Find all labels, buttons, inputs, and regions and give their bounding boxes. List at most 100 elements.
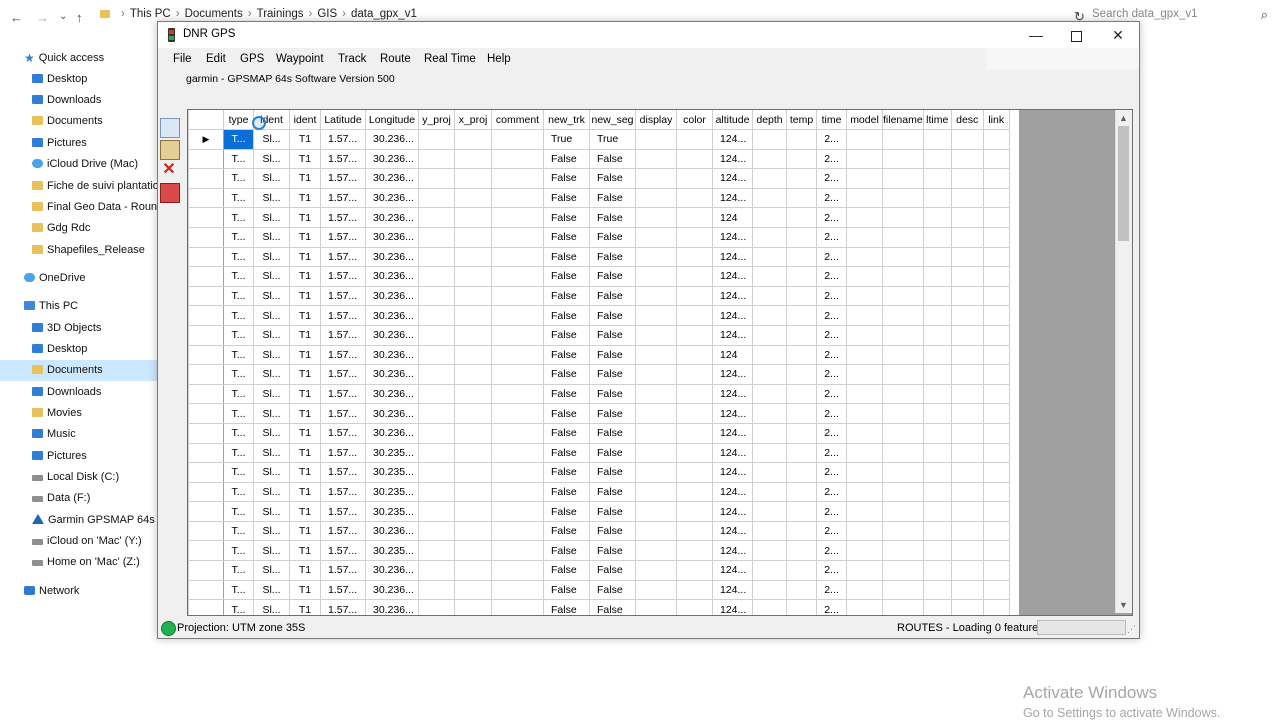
table-cell[interactable]: [982, 324, 1010, 346]
table-cell[interactable]: [676, 266, 713, 287]
menu-real-time[interactable]: Real Time: [424, 53, 476, 65]
table-cell[interactable]: 2...: [816, 364, 847, 385]
table-cell[interactable]: [922, 403, 952, 424]
table-cell[interactable]: [950, 207, 984, 228]
table-cell[interactable]: [635, 560, 677, 581]
table-cell[interactable]: [950, 383, 984, 405]
table-cell[interactable]: 30.235...: [365, 501, 419, 522]
menu-edit[interactable]: Edit: [206, 53, 226, 65]
nav-item-onedrive[interactable]: OneDrive: [0, 268, 157, 289]
table-cell[interactable]: 2...: [816, 403, 847, 424]
table-cell[interactable]: [491, 481, 544, 503]
table-cell[interactable]: [454, 187, 492, 209]
table-cell[interactable]: 124...: [712, 168, 753, 189]
table-cell[interactable]: [846, 148, 883, 170]
table-cell[interactable]: [418, 305, 455, 326]
table-cell[interactable]: 2...: [816, 520, 847, 542]
table-cell[interactable]: [418, 129, 455, 150]
table-cell[interactable]: [454, 226, 492, 248]
table-cell[interactable]: [882, 462, 924, 483]
table-cell[interactable]: False: [589, 187, 636, 209]
table-cell[interactable]: [982, 285, 1010, 307]
table-cell[interactable]: [491, 599, 544, 615]
table-cell[interactable]: [846, 207, 883, 228]
clipboard-icon[interactable]: [160, 140, 180, 160]
up-arrow-icon[interactable]: ↑: [76, 10, 83, 25]
table-row[interactable]: T... Sl... T1 1.57... 30.236... False False 124…: [188, 344, 1010, 366]
table-cell[interactable]: [676, 422, 713, 444]
table-cell[interactable]: 124...: [712, 246, 753, 268]
table-cell[interactable]: T1: [289, 481, 321, 503]
table-cell[interactable]: [882, 148, 924, 170]
table-row[interactable]: T... Sl... T1 1.57... 30.236... False False 124…: [188, 520, 1010, 542]
table-cell[interactable]: False: [543, 148, 590, 170]
row-header[interactable]: [188, 207, 224, 228]
table-cell[interactable]: T1: [289, 148, 321, 170]
table-cell[interactable]: [882, 324, 924, 346]
breadcrumb-item[interactable]: data_gpx_v1: [351, 8, 417, 20]
table-cell[interactable]: T1: [289, 305, 321, 326]
table-cell[interactable]: [982, 187, 1010, 209]
table-cell[interactable]: T...: [223, 324, 254, 346]
table-cell[interactable]: False: [543, 501, 590, 522]
column-header-temp[interactable]: temp: [786, 110, 817, 130]
table-cell[interactable]: 124...: [712, 520, 753, 542]
table-cell[interactable]: T...: [223, 560, 254, 581]
table-cell[interactable]: [982, 129, 1010, 150]
table-cell[interactable]: T...: [223, 246, 254, 268]
table-row[interactable]: T... Sl... T1 1.57... 30.235... False False 124…: [188, 501, 1010, 522]
table-cell[interactable]: [635, 599, 677, 615]
table-cell[interactable]: False: [543, 442, 590, 464]
table-cell[interactable]: [922, 305, 952, 326]
table-cell[interactable]: [982, 226, 1010, 248]
table-cell[interactable]: [846, 540, 883, 562]
table-cell[interactable]: 2...: [816, 344, 847, 366]
table-cell[interactable]: [454, 129, 492, 150]
table-cell[interactable]: False: [543, 226, 590, 248]
table-cell[interactable]: False: [589, 168, 636, 189]
table-cell[interactable]: [491, 266, 544, 287]
table-cell[interactable]: False: [589, 324, 636, 346]
table-cell[interactable]: [882, 560, 924, 581]
table-cell[interactable]: False: [589, 560, 636, 581]
table-cell[interactable]: [454, 148, 492, 170]
table-cell[interactable]: [922, 207, 952, 228]
table-cell[interactable]: [752, 129, 787, 150]
table-cell[interactable]: 30.236...: [365, 226, 419, 248]
table-cell[interactable]: 30.236...: [365, 246, 419, 268]
column-header-comment[interactable]: comment: [491, 110, 544, 130]
table-cell[interactable]: [454, 403, 492, 424]
back-arrow-icon[interactable]: ←: [10, 10, 23, 25]
table-cell[interactable]: 30.236...: [365, 364, 419, 385]
table-cell[interactable]: [882, 403, 924, 424]
table-cell[interactable]: Sl...: [253, 168, 290, 189]
column-header-y-proj[interactable]: y_proj: [418, 110, 455, 130]
table-cell[interactable]: False: [589, 442, 636, 464]
table-cell[interactable]: [752, 246, 787, 268]
table-cell[interactable]: T1: [289, 187, 321, 209]
table-cell[interactable]: [676, 285, 713, 307]
table-cell[interactable]: [752, 520, 787, 542]
table-cell[interactable]: [786, 481, 817, 503]
table-cell[interactable]: [786, 207, 817, 228]
table-cell[interactable]: 2...: [816, 501, 847, 522]
table-cell[interactable]: 30.236...: [365, 599, 419, 615]
table-cell[interactable]: [752, 266, 787, 287]
table-cell[interactable]: [491, 501, 544, 522]
nav-item-documents[interactable]: Documents: [0, 360, 157, 381]
table-cell[interactable]: [922, 285, 952, 307]
row-header[interactable]: [188, 560, 224, 581]
table-cell[interactable]: 124...: [712, 383, 753, 405]
table-cell[interactable]: 1.57...: [320, 520, 366, 542]
table-cell[interactable]: False: [543, 462, 590, 483]
row-header[interactable]: [188, 422, 224, 444]
column-header-new-seg[interactable]: new_seg: [589, 110, 636, 130]
row-header[interactable]: [188, 168, 224, 189]
table-cell[interactable]: [454, 481, 492, 503]
table-cell[interactable]: False: [543, 599, 590, 615]
table-cell[interactable]: [846, 187, 883, 209]
data-grid[interactable]: type ident ident Latitude Longitude y_proj x_p…: [187, 109, 1133, 616]
column-header-depth[interactable]: depth: [752, 110, 787, 130]
table-cell[interactable]: T...: [223, 579, 254, 601]
table-row[interactable]: T... Sl... T1 1.57... 30.236... False False 124…: [188, 403, 1010, 424]
